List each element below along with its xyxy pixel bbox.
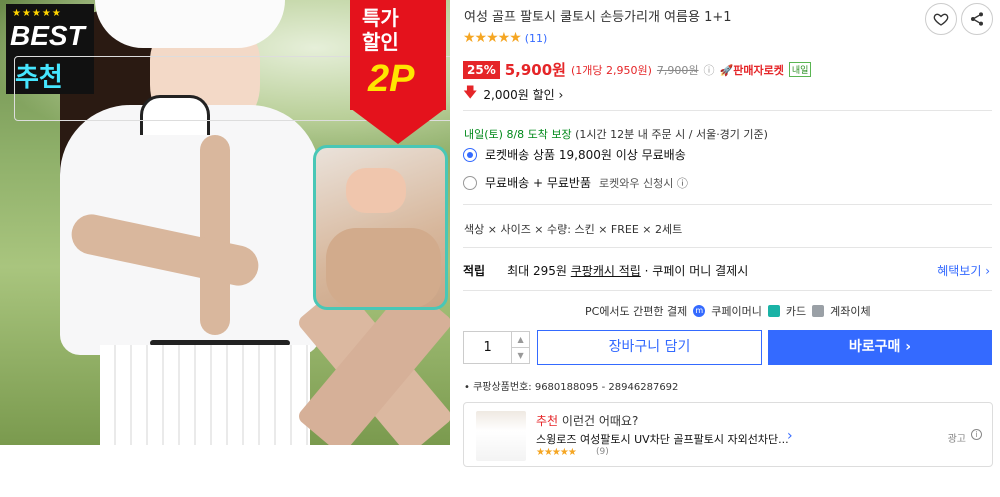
recommendation-stars: ★★★★★ xyxy=(536,447,577,458)
tomorrow-badge: 내일 xyxy=(788,62,812,77)
payment-methods: PC에서도 간편한 결제 m 쿠페이머니 카드 계좌이체 xyxy=(585,303,871,319)
delivery-eta: 내일(토) 8/8 도착 보장 (1시간 12분 내 주문 시 / 서울·경기 … xyxy=(464,126,768,142)
recommendation-card[interactable]: 추천 이런건 어때요? 스윙로즈 여성팔토시 UV차단 골프팔토시 자외선차단.… xyxy=(463,402,993,467)
best-badge: ★★★★★ BEST 추천 xyxy=(6,4,450,121)
mileage-label: 적립 xyxy=(463,264,486,278)
detail-inset xyxy=(313,145,448,310)
divider xyxy=(463,290,992,291)
coupang-cash-link[interactable]: 쿠팡캐시 적립 xyxy=(571,264,641,278)
product-code-text: 쿠팡상품번호: 9680188095 - 28946287692 xyxy=(473,382,679,393)
recommendation-title[interactable]: 스윙로즈 여성팔토시 UV차단 골프팔토시 자외선차단... xyxy=(536,431,789,447)
inset-hand xyxy=(346,168,406,213)
increase-icon[interactable]: ▲ xyxy=(512,332,529,348)
bank-icon xyxy=(812,305,825,317)
sale-count: 2P xyxy=(368,58,415,100)
info-icon[interactable]: ⓘ xyxy=(704,62,715,78)
wishlist-button[interactable] xyxy=(925,3,957,35)
shipping-option-free[interactable]: 무료배송 + 무료반품 로켓와우 신청시 ⓘ xyxy=(463,174,688,191)
bank-label: 계좌이체 xyxy=(830,305,871,318)
recommendation-rest: 이런건 어때요? xyxy=(558,414,639,428)
ad-label: 광고 xyxy=(947,434,966,445)
radio-unselected[interactable] xyxy=(463,175,477,190)
mileage-max: 최대 295원 xyxy=(507,264,567,278)
add-to-cart-button[interactable]: 장바구니 담기 xyxy=(537,330,762,365)
quantity-value[interactable]: 1 xyxy=(464,332,511,363)
sale-text: 특가 할인 xyxy=(362,6,399,54)
selected-options: 색상 × 사이즈 × 수량: 스킨 × FREE × 2세트 xyxy=(464,223,683,236)
rating-stars: ★★★★★ xyxy=(463,30,522,46)
delivery-note: (1시간 12분 내 주문 시 / 서울·경기 기준) xyxy=(571,128,768,141)
recommendation-count: (9) xyxy=(596,447,609,457)
shipping-option-free-note: 로켓와우 신청시 ⓘ xyxy=(599,176,688,190)
mileage-rest: · 쿠페이 머니 결제시 xyxy=(644,264,749,278)
heart-icon xyxy=(933,13,949,26)
inset-sleeve xyxy=(326,228,441,307)
shipping-option-rocket[interactable]: 로켓배송 상품 19,800원 이상 무료배송 xyxy=(463,146,686,163)
sale-badge: 특가 할인 2P xyxy=(350,0,446,150)
quantity-stepper[interactable]: 1 ▲ ▼ xyxy=(463,331,530,364)
ad-info-icon[interactable]: i xyxy=(971,429,982,440)
product-title: 여성 골프 팔토시 쿨토시 손등가리개 여름용 1+1 xyxy=(464,10,732,25)
shipping-option-free-label: 무료배송 + 무료반품 xyxy=(485,176,592,190)
payment-label: PC에서도 간편한 결제 xyxy=(585,305,688,318)
unit-price: (1개당 2,950원) xyxy=(570,63,652,77)
sale-price: 5,900원 xyxy=(504,61,566,79)
review-count-link[interactable]: (11) xyxy=(525,32,548,45)
product-code: • 쿠팡상품번호: 9680188095 - 28946287692 xyxy=(464,382,679,393)
original-price: 7,900원 xyxy=(656,63,699,77)
card-label: 카드 xyxy=(785,305,807,318)
divider xyxy=(463,204,992,205)
radio-selected[interactable] xyxy=(463,147,477,162)
delivery-guarantee: 도착 보장 xyxy=(524,128,572,141)
price-row: 25% 5,900원 (1개당 2,950원) 7,900원 ⓘ 🚀판매자로켓 … xyxy=(463,59,812,80)
share-icon xyxy=(971,12,983,26)
delivery-date: 내일(토) 8/8 xyxy=(464,128,525,141)
badge-stars: ★★★★★ xyxy=(12,8,62,19)
quantity-arrows: ▲ ▼ xyxy=(511,332,529,363)
coupay-icon: m xyxy=(693,305,706,317)
buy-now-button[interactable]: 바로구매 › xyxy=(768,330,992,365)
divider xyxy=(463,247,992,248)
mileage-info: 최대 295원 쿠팡캐시 적립 · 쿠페이 머니 결제시 xyxy=(507,262,748,279)
coupon-discount[interactable]: 🡇 2,000원 할인 › xyxy=(463,82,563,106)
rating[interactable]: ★★★★★ (11) xyxy=(463,30,547,46)
arrow-down-icon: 🡇 xyxy=(463,85,478,101)
sale-arrow xyxy=(350,108,446,144)
card-icon xyxy=(767,305,780,317)
product-image[interactable]: ★★★★★ BEST 추천 특가 할인 2P xyxy=(0,0,450,445)
recommendation-red: 추천 xyxy=(536,414,559,428)
recommendation-thumbnail[interactable] xyxy=(476,411,526,461)
divider xyxy=(463,110,992,111)
discount-badge: 25% xyxy=(463,60,500,79)
model-skirt xyxy=(100,345,310,445)
coupon-discount-text: 2,000원 할인 › xyxy=(483,87,564,102)
share-button[interactable] xyxy=(961,3,993,35)
mileage-row: 적립 최대 295원 쿠팡캐시 적립 · 쿠페이 머니 결제시 혜택보기 › xyxy=(463,262,992,279)
recommendation-heading: 추천 이런건 어때요? xyxy=(536,412,638,429)
model-visor xyxy=(95,0,285,48)
model-arm-sleeve xyxy=(200,135,230,335)
seller-rocket-badge: 🚀판매자로켓 xyxy=(719,63,784,77)
badge-best-text: BEST xyxy=(10,20,85,51)
coupay-label: 쿠페이머니 xyxy=(711,305,762,318)
decrease-icon[interactable]: ▼ xyxy=(512,348,529,363)
shipping-option-rocket-label: 로켓배송 상품 19,800원 이상 무료배송 xyxy=(485,148,686,162)
chevron-right-icon[interactable]: › xyxy=(787,428,793,444)
benefits-link[interactable]: 혜택보기 › xyxy=(937,262,990,279)
